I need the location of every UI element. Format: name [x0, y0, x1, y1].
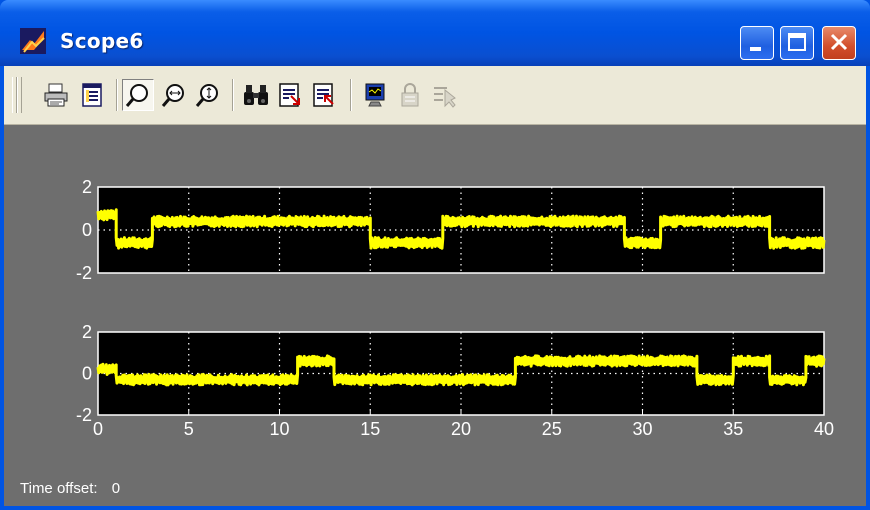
time-offset-label: Time offset:	[20, 480, 98, 497]
save-axes-icon	[279, 83, 300, 107]
floating-scope-icon	[365, 83, 385, 107]
zoom-x-axis-icon	[161, 84, 184, 107]
signal-selection-icon	[434, 87, 456, 108]
y-tick-label: -2	[76, 263, 92, 283]
save-axes-button[interactable]	[274, 79, 306, 111]
maximize-icon	[788, 33, 806, 51]
minimize-icon	[750, 47, 761, 51]
parameters-button[interactable]	[76, 79, 108, 111]
print-button[interactable]	[40, 79, 72, 111]
x-tick-label: 10	[269, 419, 289, 439]
title-bar[interactable]: Scope6	[0, 0, 870, 66]
close-icon	[830, 33, 848, 51]
floating-scope-button[interactable]	[360, 79, 392, 111]
zoom-x-button[interactable]	[158, 79, 190, 111]
x-tick-label: 35	[723, 419, 743, 439]
binoculars-icon	[244, 85, 268, 105]
zoom-y-axis-icon	[195, 84, 218, 107]
y-tick-label: 0	[82, 220, 92, 240]
printer-icon	[44, 83, 68, 107]
y-tick-label: 2	[82, 322, 92, 342]
zoom-icon	[125, 84, 148, 107]
plot-area: 2 0 -2 2 0 -2 0 5 10 15 20 25 30 35 40	[4, 125, 866, 506]
close-button[interactable]	[822, 26, 856, 60]
restore-axes-button[interactable]	[308, 79, 340, 111]
parameters-icon	[82, 83, 102, 107]
x-tick-label: 5	[184, 419, 194, 439]
status-bar: Time offset: 0	[20, 480, 130, 497]
x-tick-label: 40	[814, 419, 834, 439]
window-title: Scope6	[60, 29, 144, 53]
scope-axes-1: 2 0 -2	[76, 177, 826, 283]
scope-axes-2: 20-20 5 10 15 20 25 30 35 40	[76, 322, 834, 439]
restore-axes-icon	[313, 83, 334, 107]
simulink-app-icon[interactable]	[20, 28, 46, 54]
y-tick-label: 0	[82, 364, 92, 384]
time-offset-value: 0	[111, 480, 121, 497]
scope-plots[interactable]: 20-220-20 5 10 15 20 25 30 35 40	[4, 125, 866, 506]
maximize-button[interactable]	[780, 26, 814, 60]
x-tick-label: 15	[360, 419, 380, 439]
toolbar	[4, 66, 866, 125]
x-tick-label: 20	[451, 419, 471, 439]
scope-client-area: 2 0 -2 2 0 -2 0 5 10 15 20 25 30 35 40 Time offset: 0	[4, 66, 866, 506]
x-tick-label: 0	[93, 419, 103, 439]
signal-selection-button[interactable]	[428, 79, 460, 111]
y-tick-label: -2	[76, 405, 92, 425]
x-tick-label: 30	[632, 419, 652, 439]
autoscale-button[interactable]	[240, 79, 272, 111]
zoom-button[interactable]	[122, 79, 154, 111]
toolbar-grip[interactable]	[17, 77, 22, 113]
minimize-button[interactable]	[740, 26, 774, 60]
lock-axes-button[interactable]	[394, 79, 426, 111]
x-tick-label: 25	[542, 419, 562, 439]
zoom-y-button[interactable]	[192, 79, 224, 111]
y-tick-label: 2	[82, 177, 92, 197]
lock-icon	[401, 83, 419, 107]
scope-window: Scope6 2 0 -2 2 0 -2 0 5 10 15 20 25 30 …	[0, 0, 870, 510]
